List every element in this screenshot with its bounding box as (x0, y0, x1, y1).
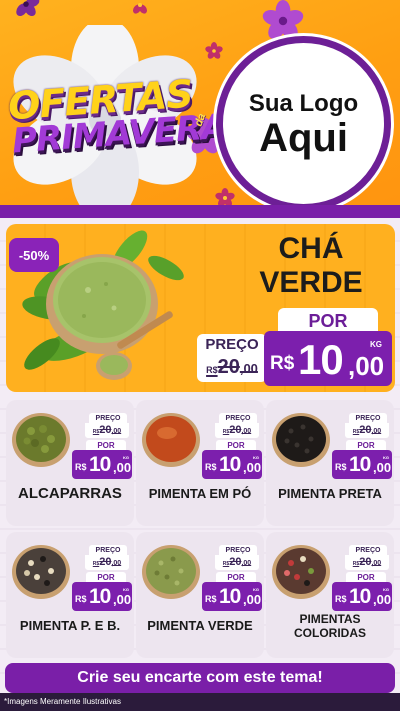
new-price-box: R$ 10 ,00 KG (332, 582, 392, 611)
product-name: ALCAPARRAS (18, 485, 122, 502)
old-price-currency: R$ (206, 365, 218, 375)
old-price-cents: ,00 (371, 560, 382, 567)
featured-title-line1: CHÁ (278, 232, 344, 265)
logo-placeholder: Sua Logo Aqui (216, 36, 391, 211)
old-price-cents: ,00 (241, 560, 252, 567)
purple-flower-icon (16, 0, 40, 17)
new-price-currency: R$ (75, 462, 87, 472)
product-name: PIMENTAS COLORIDAS (294, 612, 366, 640)
product-card-alcaparras[interactable]: PREÇO R$20,00 POR R$ 10 ,00 KG ALCAPARRA… (6, 400, 134, 526)
unit-label: KG (253, 587, 259, 592)
featured-title: CHÁ VERDE (236, 232, 386, 300)
new-price-cents: ,00 (373, 460, 392, 475)
new-price-whole: 10 (349, 453, 371, 476)
new-price-box: R$ 10 ,00 KG (202, 582, 262, 611)
unit-label: KG (123, 587, 129, 592)
old-price-label: PREÇO (205, 336, 259, 353)
logo-text-line2: Aqui (259, 115, 348, 160)
old-price-whole: 20 (217, 356, 240, 378)
old-price-value: R$20,00 (345, 423, 389, 438)
product-name: PIMENTA PRETA (278, 486, 382, 501)
old-price-cents: ,00 (239, 361, 258, 376)
new-price-cents: ,00 (113, 460, 132, 475)
new-price-currency: R$ (335, 594, 347, 604)
paprika-bowl-icon (142, 413, 200, 467)
new-price-box: R$ 10 ,00 KG (72, 450, 132, 479)
logo-text-line1: Sua Logo (248, 89, 359, 117)
new-price-currency: R$ (270, 353, 295, 374)
old-price-whole: 20 (229, 424, 242, 436)
brand-title: OFERTAS PRIMAVERA da (7, 72, 228, 170)
old-price-value: R$20,00 (215, 555, 259, 570)
old-price-value: R$20,00 (345, 555, 389, 570)
old-price-cents: ,00 (241, 428, 252, 435)
pink-flower-icon (205, 42, 223, 59)
product-card-pimenta-p-e-b[interactable]: PREÇO R$20,00 POR R$ 10 ,00 KG PIMENTA P… (6, 532, 134, 658)
mixed-pepper-bowl-icon (272, 545, 330, 599)
new-price-currency: R$ (75, 594, 87, 604)
old-price-whole: 20 (229, 556, 242, 568)
new-price-currency: R$ (205, 594, 217, 604)
unit-label: KG (383, 455, 389, 460)
unit-label: KG (253, 455, 259, 460)
new-price-whole: 10 (349, 585, 371, 608)
product-name: PIMENTA EM PÓ (148, 486, 252, 501)
product-name: PIMENTA VERDE (147, 618, 253, 633)
new-price-currency: R$ (335, 462, 347, 472)
unit-label: KG (383, 587, 389, 592)
new-price-cents: ,00 (113, 592, 132, 607)
new-price-whole: 10 (219, 585, 241, 608)
product-card-pimenta-verde[interactable]: PREÇO R$20,00 POR R$ 10 ,00 KG PIMENTA V… (136, 532, 264, 658)
old-price-cents: ,00 (371, 428, 382, 435)
new-price-cents: ,00 (373, 592, 392, 607)
product-card-pimentas-coloridas[interactable]: PREÇO R$20,00 POR R$ 10 ,00 KG PIMENTAS … (266, 532, 394, 658)
new-price-cents: ,00 (243, 592, 262, 607)
old-price-whole: 20 (99, 424, 112, 436)
old-price-whole: 20 (359, 556, 372, 568)
old-price-whole: 20 (359, 424, 372, 436)
disclaimer-text: *Imagens Meramente Ilustrativas (4, 697, 121, 706)
capers-bowl-icon (12, 413, 70, 467)
new-price-whole: 10 (89, 585, 111, 608)
old-price-value: R$20,00 (85, 423, 129, 438)
old-price-cents: ,00 (111, 560, 122, 567)
unit-label: KG (370, 340, 382, 349)
new-price-whole: 10 (298, 336, 344, 383)
create-flyer-button[interactable]: Crie seu encarte com este tema! (5, 663, 395, 693)
new-price-cents: ,00 (243, 460, 262, 475)
featured-title-line2: VERDE (259, 266, 363, 299)
old-price-value: R$20,00 (199, 356, 265, 379)
new-price-currency: R$ (205, 462, 217, 472)
new-price-whole: 10 (219, 453, 241, 476)
new-price-box: R$ 10 ,00 KG (332, 450, 392, 479)
green-pepper-bowl-icon (142, 545, 200, 599)
new-price-box: R$ 10 ,00 KG (202, 450, 262, 479)
old-price-box: PREÇO R$20,00 (197, 334, 267, 382)
unit-label: KG (123, 455, 129, 460)
old-price-value: R$20,00 (85, 555, 129, 570)
new-price-box: R$ 10 ,00 KG (264, 331, 392, 386)
product-card-pimenta-preta[interactable]: PREÇO R$20,00 POR R$ 10 ,00 KG PIMENTA P… (266, 400, 394, 526)
black-pepper-bowl-icon (272, 413, 330, 467)
product-card-pimenta-em-po[interactable]: PREÇO R$20,00 POR R$ 10 ,00 KG PIMENTA E… (136, 400, 264, 526)
new-price-whole: 10 (89, 453, 111, 476)
new-price-cents: ,00 (348, 351, 385, 381)
black-white-pepper-bowl-icon (12, 545, 70, 599)
product-name: PIMENTA P. E B. (19, 618, 121, 633)
old-price-whole: 20 (99, 556, 112, 568)
old-price-value: R$20,00 (215, 423, 259, 438)
new-price-box: R$ 10 ,00 KG (72, 582, 132, 611)
old-price-cents: ,00 (111, 428, 122, 435)
pink-flower-icon (132, 3, 148, 14)
discount-badge: -50% (9, 238, 59, 272)
